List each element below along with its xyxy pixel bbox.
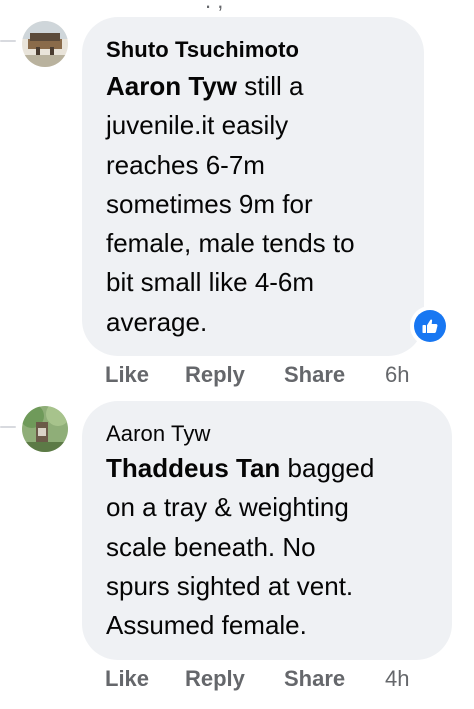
share-button[interactable]: Share xyxy=(284,362,345,388)
clipped-previous-comment: . , xyxy=(205,0,224,13)
comment-line: female, male tends to xyxy=(106,228,355,259)
comment-line: average. xyxy=(106,306,208,337)
avatar[interactable] xyxy=(22,406,68,452)
comment-line: scale beneath. No xyxy=(106,531,316,562)
share-button[interactable]: Share xyxy=(284,666,345,692)
thumbs-up-icon xyxy=(422,319,438,333)
thread-line xyxy=(0,426,16,428)
comment-author[interactable]: Aaron Tyw xyxy=(106,421,210,447)
like-button[interactable]: Like xyxy=(105,666,149,692)
like-button[interactable]: Like xyxy=(105,362,149,388)
comment-line: spurs sighted at vent. xyxy=(106,570,354,601)
comment-line: juvenile.it easily xyxy=(106,110,289,141)
reply-button[interactable]: Reply xyxy=(185,666,245,692)
mention-link[interactable]: Aaron Tyw xyxy=(106,71,237,101)
comment-actions: Like Reply Share 4h xyxy=(0,666,474,696)
avatar[interactable] xyxy=(22,21,68,67)
avatar-photo xyxy=(22,21,68,67)
reply-button[interactable]: Reply xyxy=(185,362,245,388)
reaction-badge[interactable] xyxy=(410,306,450,346)
comment-text: Aaron Tyw still a juvenile.it easily rea… xyxy=(106,67,355,342)
timestamp[interactable]: 6h xyxy=(385,362,409,388)
comment-author[interactable]: Shuto Tsuchimoto xyxy=(106,37,299,63)
avatar-photo xyxy=(22,406,68,452)
comment-line: bit small like 4-6m xyxy=(106,267,315,298)
comment-line: Assumed female. xyxy=(106,610,307,641)
comment-line: reaches 6-7m xyxy=(106,149,265,180)
timestamp[interactable]: 4h xyxy=(385,666,409,692)
comment-text: Thaddeus Tan bagged on a tray & weightin… xyxy=(106,449,374,645)
mention-link[interactable]: Thaddeus Tan xyxy=(106,453,280,483)
comment-line: on a tray & weighting xyxy=(106,492,349,523)
comment-line: sometimes 9m for xyxy=(106,188,313,219)
thread-line xyxy=(0,40,16,42)
comment-actions: Like Reply Share 6h xyxy=(0,362,474,392)
